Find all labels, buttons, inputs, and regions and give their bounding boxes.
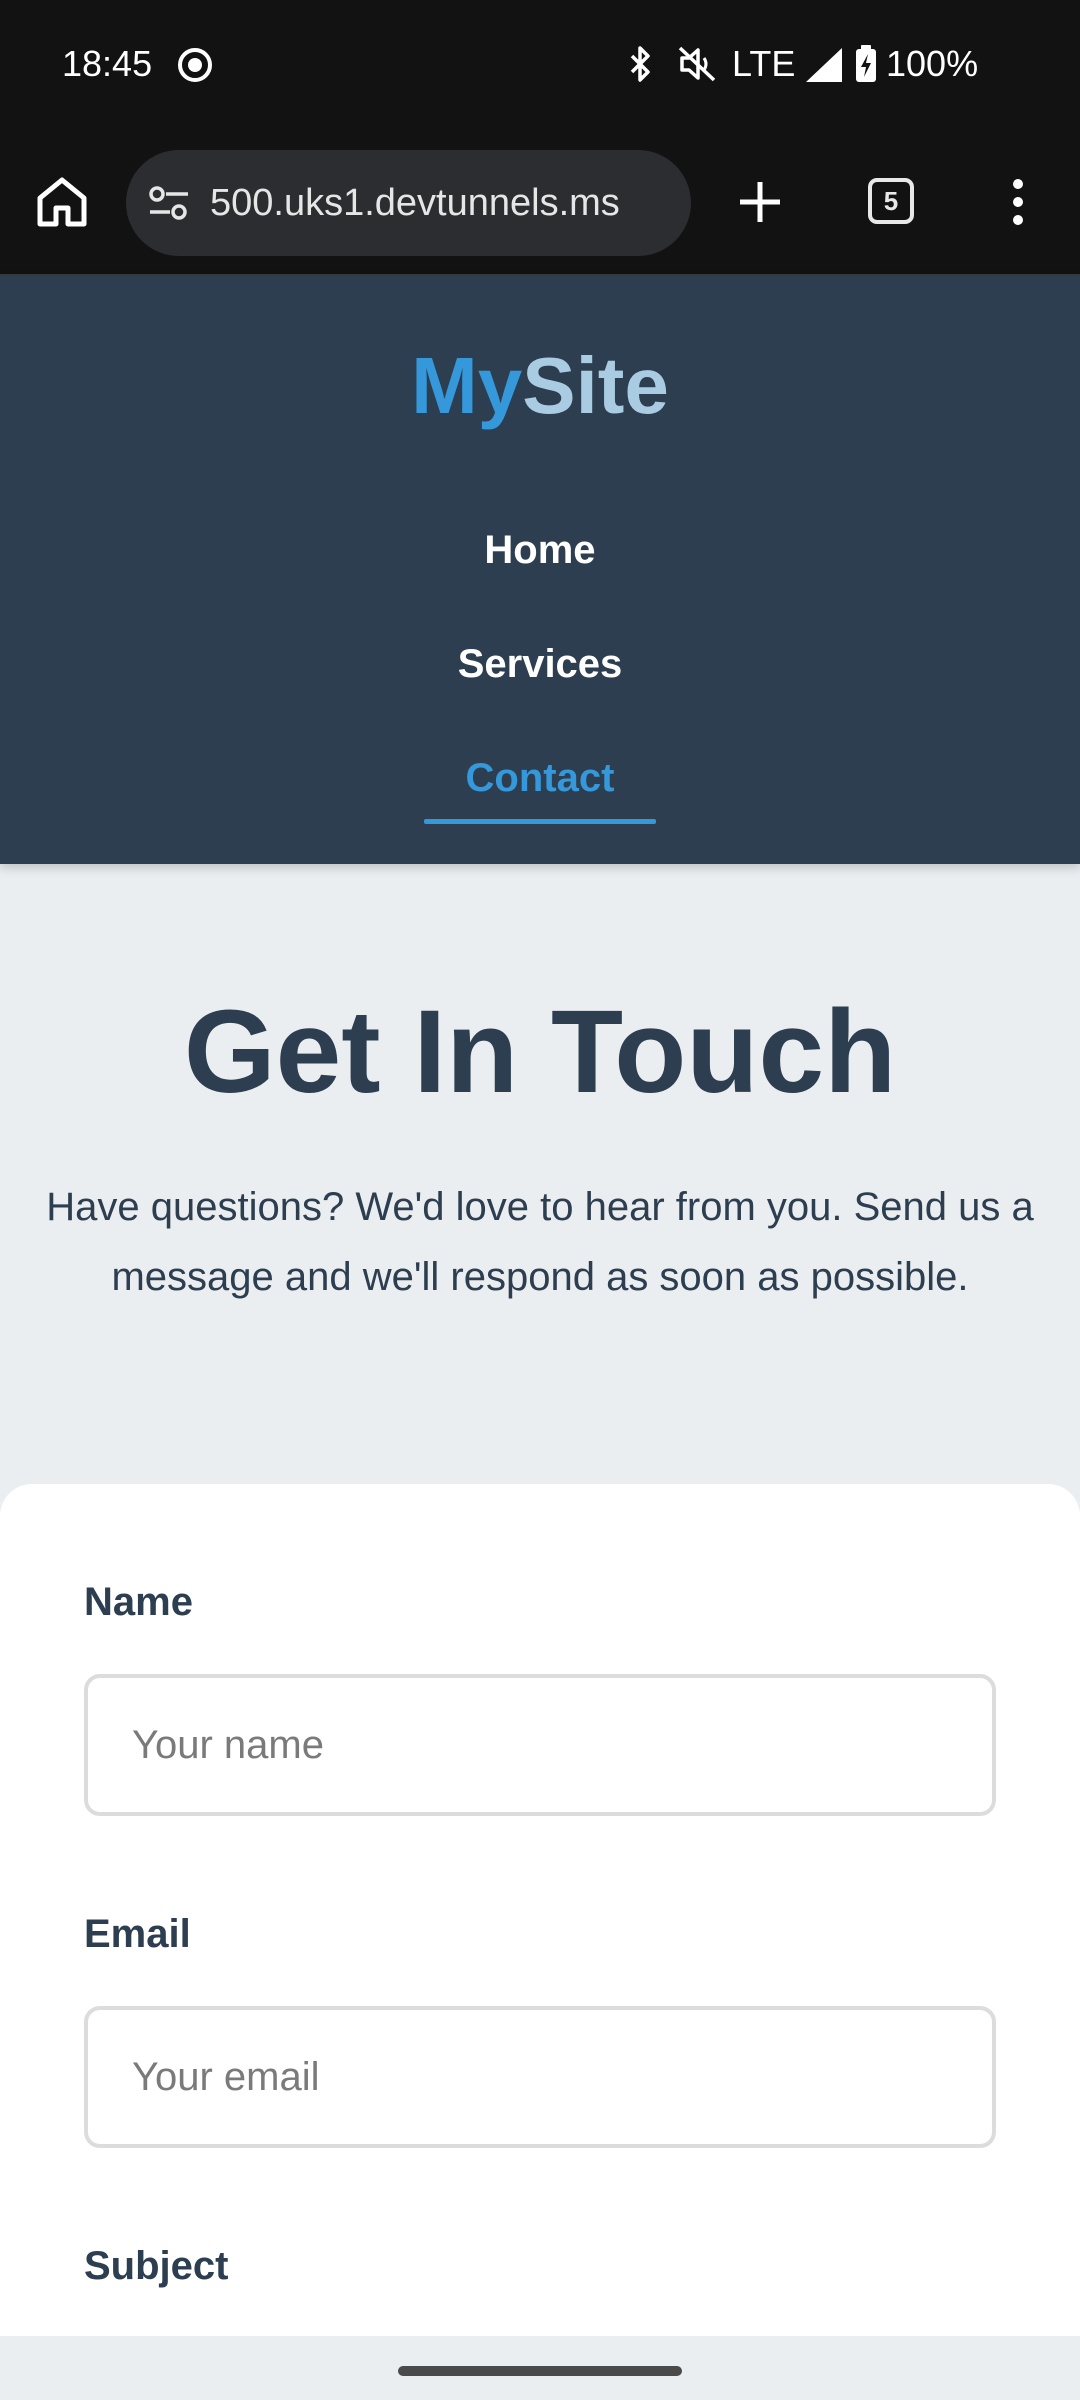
status-icons: LTE 100%	[620, 40, 1080, 88]
new-tab-icon[interactable]	[726, 168, 794, 236]
home-icon[interactable]	[28, 168, 96, 236]
bluetooth-icon	[630, 46, 650, 82]
battery-charging-icon	[856, 45, 876, 82]
tab-switcher-button[interactable]: 5	[868, 178, 914, 224]
status-time: 18:45	[62, 43, 153, 84]
site-header: MySite Home Services Contact	[0, 276, 1080, 864]
page-title: Get In Touch	[183, 986, 897, 1118]
name-input[interactable]	[84, 1674, 996, 1816]
email-label: Email	[84, 1912, 191, 1956]
battery-percent: 100%	[886, 43, 979, 84]
url-text[interactable]: 500.uks1.devtunnels.ms	[210, 178, 680, 228]
nav-link-home[interactable]: Home	[0, 522, 1080, 578]
more-menu-icon[interactable]	[1000, 168, 1036, 236]
nav-link-contact[interactable]: Contact	[0, 750, 1080, 806]
page-intro: Have questions? We'd love to hear from y…	[46, 1185, 1034, 1299]
logo-part-1: My	[411, 341, 523, 430]
site-settings-icon[interactable]	[146, 180, 192, 226]
screen-record-icon	[178, 48, 212, 82]
address-bar[interactable]: 500.uks1.devtunnels.ms	[126, 150, 691, 256]
nav-link-services[interactable]: Services	[0, 636, 1080, 692]
network-type: LTE	[732, 43, 796, 84]
signal-icon	[806, 48, 842, 82]
site-logo[interactable]: MySite	[0, 338, 1080, 434]
name-label: Name	[84, 1580, 193, 1624]
home-gesture-handle[interactable]	[398, 2366, 682, 2376]
subject-label: Subject	[84, 2244, 229, 2288]
contact-form: Name Email Subject	[0, 1484, 1080, 2400]
gesture-nav-bar	[0, 2336, 1080, 2400]
status-bar: 18:45 LTE 100%	[0, 0, 1080, 128]
email-input[interactable]	[84, 2006, 996, 2148]
browser-toolbar: 500.uks1.devtunnels.ms 5	[0, 128, 1080, 276]
mute-icon	[678, 46, 716, 82]
screen: 18:45 LTE 100% 500.uks1.devtunnels.ms 5 …	[0, 0, 1080, 2400]
logo-part-2: Site	[522, 341, 669, 430]
active-nav-indicator	[424, 819, 656, 824]
